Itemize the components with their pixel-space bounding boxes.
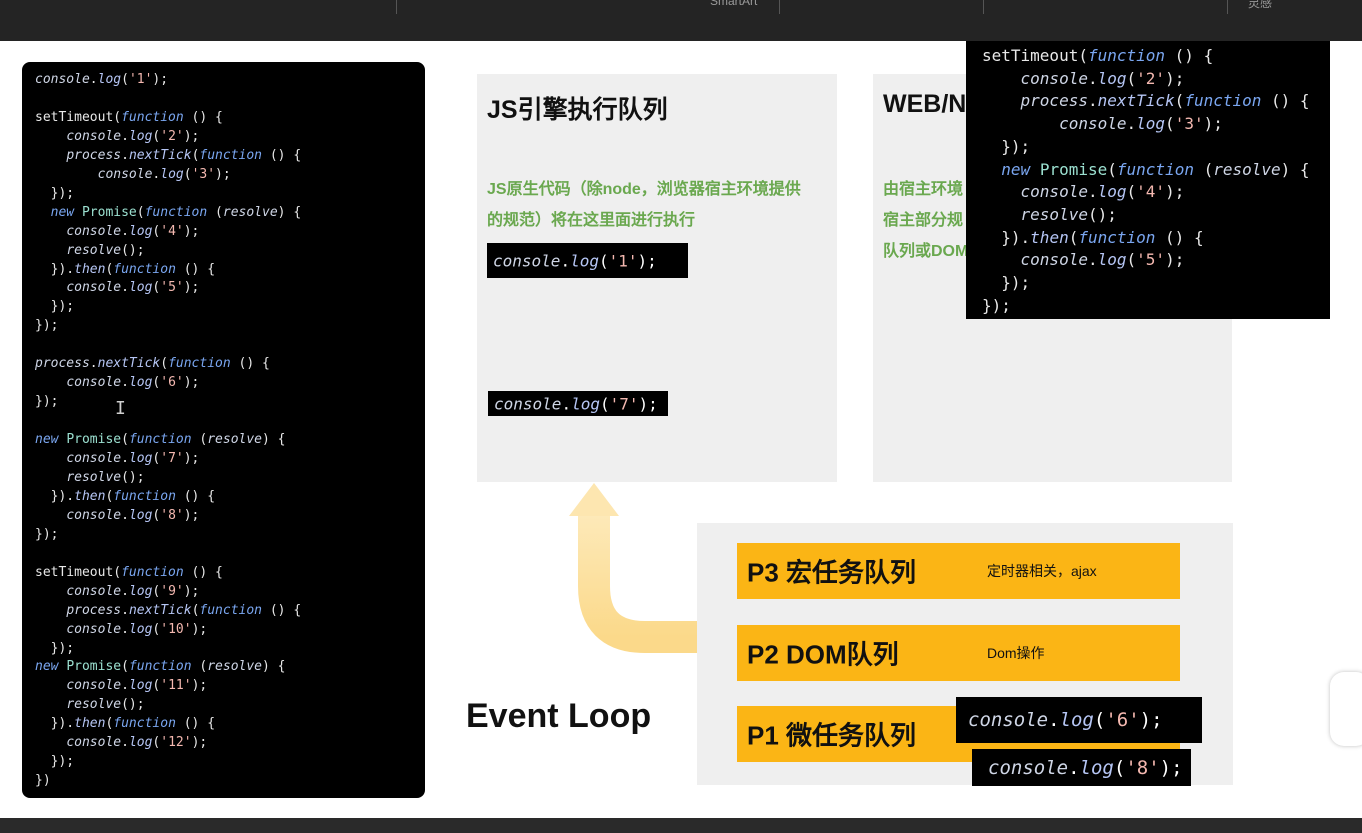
code-line: console.log('5'); — [1020, 250, 1185, 270]
code-line: console.log('2'); — [66, 128, 200, 144]
macro-task-queue: P3 宏任务队列 定时器相关，ajax — [737, 543, 1180, 599]
event-loop-arrow-icon — [569, 483, 697, 653]
code-line: }); — [35, 185, 75, 201]
toolbar-divider — [779, 0, 780, 14]
micro-queue-chip-8-text: console.log('8'); — [988, 756, 1183, 779]
web-queue-title: WEB/N — [883, 90, 967, 118]
code-line: console.log('12'); — [66, 735, 208, 751]
code-line: console.log('3'); — [97, 166, 231, 182]
text-cursor-icon: I — [115, 398, 126, 419]
code-line: console.log('11'); — [66, 678, 208, 694]
code-line: console.log('5'); — [66, 280, 200, 296]
js-engine-queue-panel: JS引擎执行队列 JS原生代码（除node，浏览器宿主环境提供 的规范）将在这里… — [477, 74, 837, 482]
micro-queue-chip-8: console.log('8'); — [972, 749, 1191, 786]
side-panel-tab[interactable] — [1330, 672, 1362, 746]
code-line: }).then(function () { — [982, 227, 1204, 247]
code-line: resolve(); — [66, 242, 145, 258]
code-line: process.nextTick(function () { — [66, 147, 302, 163]
app-toolbar: SmartArt 灵感 — [0, 0, 1362, 41]
js-engine-queue-desc-line2: 的规范）将在这里面进行执行 — [487, 212, 696, 229]
code-line: new Promise(function (resolve) { — [1001, 159, 1310, 179]
code-line: new Promise(function (resolve) { — [35, 432, 286, 448]
left-code-block: console.log('1'); setTimeout(function () … — [22, 62, 425, 798]
status-bar — [0, 818, 1362, 833]
js-queue-chip-1: console.log('1'); — [487, 243, 688, 278]
code-line: }); — [35, 299, 75, 315]
code-line: console.log('7'); — [66, 451, 200, 466]
js-queue-chip-7-text: console.log('7'); — [494, 394, 658, 413]
toolbar-divider — [1227, 0, 1228, 14]
js-queue-chip-7: console.log('7'); — [488, 391, 668, 416]
code-line: }); — [982, 295, 1011, 315]
code-line: setTimeout(function () { — [35, 564, 223, 580]
web-queue-desc-line3: 队列或DOM — [883, 243, 969, 260]
toolbar-smartart-button[interactable]: SmartArt — [710, 0, 757, 8]
dom-queue-desc: Dom操作 — [987, 645, 1045, 661]
code-line: setTimeout(function () { — [982, 46, 1214, 65]
macro-task-queue-label: P3 宏任务队列 — [747, 557, 917, 588]
web-queue-desc-line1: 由宿主环境 — [883, 181, 964, 198]
code-line: }); — [35, 526, 59, 542]
code-line: new Promise(function (resolve) { — [50, 204, 302, 220]
js-engine-queue-title: JS引擎执行队列 — [487, 96, 668, 124]
code-line: console.log('1'); — [35, 72, 169, 87]
code-line: console.log('4'); — [66, 223, 200, 239]
code-line: resolve(); — [66, 697, 145, 713]
toolbar-divider — [983, 0, 984, 14]
toolbar-inspiration-button[interactable]: 灵感 — [1248, 0, 1272, 11]
js-queue-chip-1-text: console.log('1'); — [493, 251, 657, 270]
code-line: }); — [982, 136, 1031, 156]
code-line: }).then(function () { — [35, 716, 216, 732]
code-line: }); — [35, 754, 75, 770]
micro-task-queue-label: P1 微任务队列 — [747, 720, 917, 751]
code-line: console.log('4'); — [1020, 182, 1185, 202]
code-line: console.log('9'); — [66, 583, 200, 599]
code-line: process.nextTick(function () { — [1020, 91, 1310, 111]
code-line: }); — [35, 640, 75, 656]
event-loop-label: Event Loop — [466, 697, 652, 735]
code-line: }); — [35, 394, 59, 410]
code-line: }); — [35, 318, 59, 334]
dom-queue: P2 DOM队列 Dom操作 — [737, 625, 1180, 681]
code-line: resolve(); — [66, 469, 145, 485]
js-engine-queue-desc-line1: JS原生代码（除node，浏览器宿主环境提供 — [487, 181, 801, 198]
code-line: }).then(function () { — [35, 261, 216, 277]
toolbar-divider — [396, 0, 397, 14]
code-line: console.log('3'); — [1059, 114, 1223, 134]
code-line: process.nextTick(function () { — [35, 356, 270, 372]
code-line: console.log('8'); — [66, 507, 200, 523]
code-line: console.log('6'); — [66, 375, 200, 391]
code-line: process.nextTick(function () { — [66, 602, 302, 618]
code-line: }); — [982, 273, 1031, 292]
web-queue-desc-line2: 宿主部分规 — [883, 212, 964, 229]
macro-task-queue-desc: 定时器相关，ajax — [987, 563, 1097, 579]
code-line: console.log('2'); — [1020, 68, 1185, 88]
code-line: console.log('10'); — [66, 621, 208, 637]
code-line: }) — [35, 773, 51, 789]
code-line: }).then(function () { — [35, 488, 216, 504]
micro-queue-chip-6-text: console.log('6'); — [968, 709, 1163, 731]
code-line: new Promise(function (resolve) { — [35, 659, 286, 675]
code-line: resolve(); — [1020, 204, 1117, 224]
code-line: setTimeout(function () { — [35, 109, 223, 125]
dom-queue-label: P2 DOM队列 — [747, 639, 899, 670]
micro-queue-chip-6: console.log('6'); — [956, 697, 1202, 743]
overlay-code-block: setTimeout(function () { console.log('2'… — [966, 41, 1330, 319]
